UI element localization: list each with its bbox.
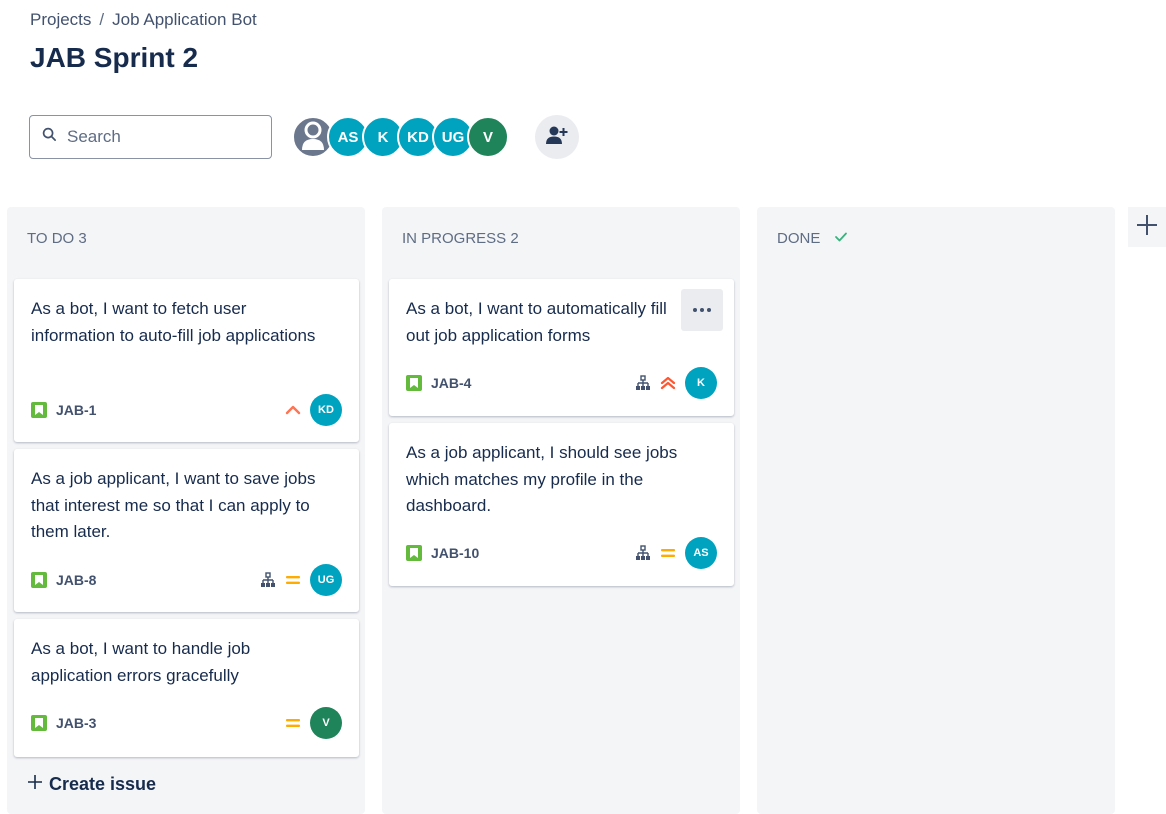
avatar-v[interactable]: V (467, 116, 509, 158)
issue-key[interactable]: JAB-1 (56, 402, 96, 418)
issue-summary: As a job applicant, I want to save jobs … (31, 469, 316, 541)
plus-icon (27, 774, 43, 795)
issue-summary: As a bot, I want to handle job applicati… (31, 639, 251, 685)
story-icon (406, 545, 422, 561)
create-issue-label: Create issue (49, 774, 157, 794)
priority-medium-icon (285, 574, 301, 586)
assignee-avatar[interactable]: UG (310, 564, 342, 596)
add-column-button[interactable] (1128, 207, 1166, 247)
priority-medium-icon (660, 547, 676, 559)
issue-card[interactable]: As a bot, I want to automatically fill o… (389, 279, 734, 416)
breadcrumb-project-link[interactable]: Job Application Bot (112, 10, 257, 30)
check-icon (834, 230, 848, 247)
priority-high-icon (285, 404, 301, 416)
story-icon (31, 715, 47, 731)
issue-card[interactable]: As a job applicant, I should see jobs wh… (389, 423, 734, 586)
column-done: DONE (757, 207, 1115, 814)
issue-summary: As a job applicant, I should see jobs wh… (406, 443, 678, 515)
assignee-avatar[interactable]: K (685, 367, 717, 399)
priority-medium-icon (285, 717, 301, 729)
assignee-avatar[interactable]: KD (310, 394, 342, 426)
member-avatars: AS K KD UG V (292, 116, 509, 158)
subtasks-icon (635, 545, 651, 561)
story-icon (31, 402, 47, 418)
column-title: IN PROGRESS 2 (402, 230, 519, 247)
issue-card[interactable]: As a job applicant, I want to save jobs … (14, 449, 359, 612)
column-todo: TO DO 3 As a bot, I want to fetch user i… (7, 207, 365, 814)
assignee-avatar[interactable]: AS (685, 537, 717, 569)
breadcrumb-separator: / (99, 10, 105, 29)
assignee-avatar[interactable]: V (310, 707, 342, 739)
issue-key[interactable]: JAB-10 (431, 545, 479, 561)
more-actions-button[interactable] (681, 289, 723, 331)
column-title: TO DO 3 (27, 230, 87, 247)
story-icon (406, 375, 422, 391)
column-header: DONE (777, 230, 848, 247)
story-icon (31, 572, 47, 588)
column-header: TO DO 3 (27, 230, 87, 247)
search-icon (42, 127, 57, 147)
breadcrumb-projects-link[interactable]: Projects (30, 10, 91, 30)
page-title: JAB Sprint 2 (30, 42, 199, 73)
search-box[interactable] (29, 115, 272, 159)
add-people-button[interactable] (535, 115, 579, 159)
search-input[interactable] (65, 126, 249, 148)
column-header: IN PROGRESS 2 (402, 230, 519, 247)
plus-icon (1136, 214, 1158, 241)
person-icon (300, 120, 326, 154)
breadcrumb: Projects / Job Application Bot (30, 10, 257, 30)
subtasks-icon (260, 572, 276, 588)
issue-key[interactable]: JAB-3 (56, 715, 96, 731)
column-in-progress: IN PROGRESS 2 As a bot, I want to automa… (382, 207, 740, 814)
add-person-icon (546, 125, 568, 150)
priority-highest-icon (660, 376, 676, 390)
issue-key[interactable]: JAB-4 (431, 375, 471, 391)
create-issue-button[interactable]: Create issue (27, 774, 156, 795)
issue-card[interactable]: As a bot, I want to fetch user informati… (14, 279, 359, 442)
issue-key[interactable]: JAB-8 (56, 572, 96, 588)
issue-summary: As a bot, I want to automatically fill o… (406, 299, 667, 345)
subtasks-icon (635, 375, 651, 391)
column-title: DONE (777, 230, 821, 247)
issue-card[interactable]: As a bot, I want to handle job applicati… (14, 619, 359, 757)
issue-summary: As a bot, I want to fetch user informati… (31, 299, 316, 345)
